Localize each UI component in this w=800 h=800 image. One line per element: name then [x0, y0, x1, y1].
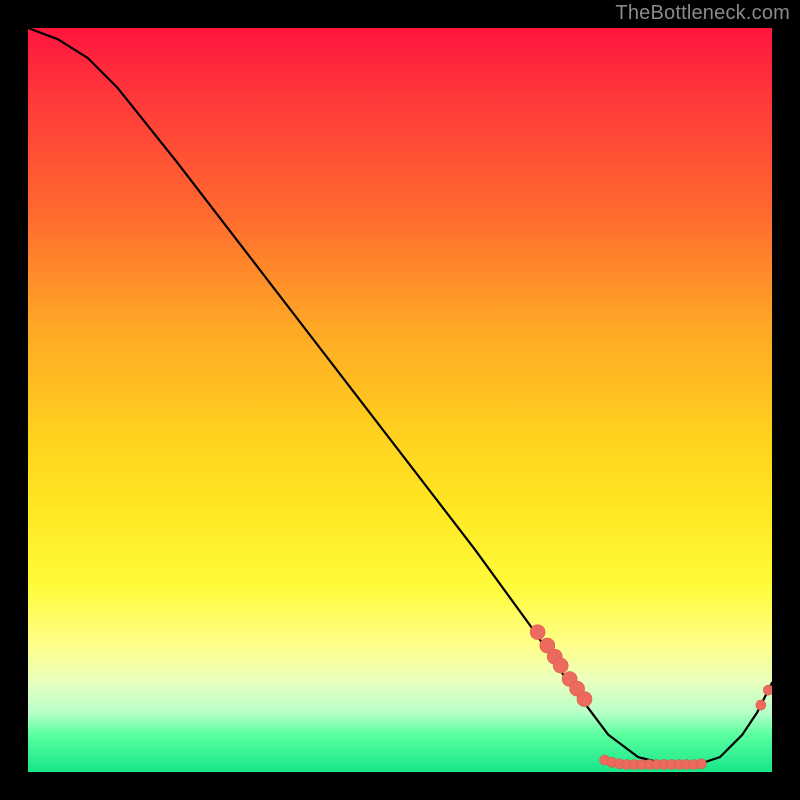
data-marker: [696, 759, 706, 769]
data-markers: [530, 625, 772, 770]
chart-svg: [28, 28, 772, 772]
data-marker: [756, 700, 766, 710]
data-marker: [530, 625, 545, 640]
data-marker: [763, 685, 772, 695]
bottleneck-curve: [28, 28, 772, 765]
data-marker: [577, 692, 592, 707]
data-marker: [553, 658, 568, 673]
attribution-label: TheBottleneck.com: [615, 2, 790, 25]
figure-container: TheBottleneck.com: [0, 0, 800, 800]
